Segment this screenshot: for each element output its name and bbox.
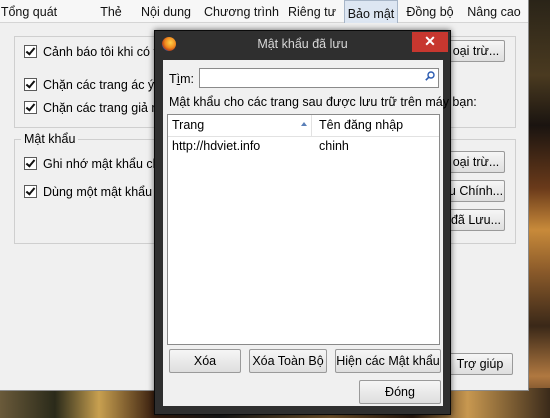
tab-advanced[interactable]: Nâng cao bbox=[466, 4, 522, 22]
checkbox-checked-icon[interactable] bbox=[24, 101, 37, 114]
dialog-body: Tìm: Mật khẩu cho các trang sau được lưu… bbox=[163, 60, 477, 406]
change-master-password-button[interactable]: u Chính... bbox=[447, 180, 505, 202]
remember-passwords-checkbox[interactable]: Ghi nhớ mật khẩu cho bbox=[24, 156, 167, 172]
warn-addons-label: Cảnh báo tôi khi có tra bbox=[43, 45, 169, 59]
close-icon[interactable]: ✕ bbox=[412, 32, 448, 52]
saved-logins-table[interactable]: Trang Tên đăng nhập http://hdviet.info c… bbox=[167, 114, 440, 345]
options-tab-bar: Tổng quát Thẻ Nội dung Chương trình Riên… bbox=[0, 0, 528, 23]
passwords-group-title: Mật khẩu bbox=[21, 132, 79, 146]
tab-sync[interactable]: Đồng bộ bbox=[406, 4, 454, 22]
block-forgeries-label: Chặn các trang giả mạ bbox=[43, 101, 169, 115]
remove-all-button[interactable]: Xóa Toàn Bộ bbox=[249, 349, 327, 373]
show-passwords-button[interactable]: Hiện các Mật khẩu bbox=[335, 349, 441, 373]
column-header-username[interactable]: Tên đăng nhập bbox=[319, 118, 403, 132]
checkbox-checked-icon[interactable] bbox=[24, 157, 37, 170]
column-divider[interactable] bbox=[311, 115, 312, 136]
tab-general[interactable]: Tổng quát bbox=[0, 4, 58, 22]
search-label: Tìm: bbox=[169, 72, 195, 86]
block-attack-sites-checkbox[interactable]: Chặn các trang ác ý bbox=[24, 77, 154, 93]
tab-applications[interactable]: Chương trình bbox=[204, 4, 279, 22]
search-input[interactable] bbox=[199, 68, 439, 88]
saved-passwords-button[interactable]: đã Lưu... bbox=[447, 209, 505, 231]
help-button[interactable]: Trợ giúp bbox=[447, 353, 513, 375]
checkbox-checked-icon[interactable] bbox=[24, 45, 37, 58]
row-site: http://hdviet.info bbox=[172, 139, 261, 153]
tab-privacy[interactable]: Riêng tư bbox=[288, 4, 336, 22]
close-button[interactable]: Đóng bbox=[359, 380, 441, 404]
dialog-titlebar[interactable]: Mật khẩu đã lưu ✕ bbox=[155, 31, 450, 59]
row-username: chinh bbox=[319, 139, 349, 153]
sort-ascending-icon bbox=[301, 122, 307, 126]
description-text: Mật khẩu cho các trang sau được lưu trữ … bbox=[169, 95, 477, 109]
remember-passwords-label: Ghi nhớ mật khẩu cho bbox=[43, 157, 167, 171]
column-header-site[interactable]: Trang bbox=[172, 118, 204, 132]
master-password-checkbox[interactable]: Dùng một mật khẩu c bbox=[24, 184, 162, 200]
master-password-label: Dùng một mật khẩu c bbox=[43, 185, 162, 199]
remove-button[interactable]: Xóa bbox=[169, 349, 241, 373]
warn-addons-checkbox[interactable]: Cảnh báo tôi khi có tra bbox=[24, 44, 168, 60]
exceptions-button[interactable]: oại trừ... bbox=[447, 40, 505, 62]
tab-content[interactable]: Nội dung bbox=[140, 4, 192, 22]
table-row[interactable]: http://hdviet.info chinh bbox=[168, 139, 439, 157]
checkbox-checked-icon[interactable] bbox=[24, 185, 37, 198]
checkbox-checked-icon[interactable] bbox=[24, 78, 37, 91]
password-exceptions-button[interactable]: oại trừ... bbox=[447, 151, 505, 173]
block-attack-sites-label: Chặn các trang ác ý bbox=[43, 78, 155, 92]
search-icon[interactable] bbox=[425, 71, 435, 81]
saved-passwords-dialog: Mật khẩu đã lưu ✕ Tìm: Mật khẩu cho các … bbox=[154, 30, 477, 415]
dialog-title: Mật khẩu đã lưu bbox=[257, 37, 348, 51]
block-forgeries-checkbox[interactable]: Chặn các trang giả mạ bbox=[24, 100, 169, 116]
tab-security[interactable]: Bảo mật bbox=[344, 0, 398, 23]
table-header: Trang Tên đăng nhập bbox=[168, 115, 439, 137]
tab-tabs[interactable]: Thẻ bbox=[97, 4, 125, 22]
